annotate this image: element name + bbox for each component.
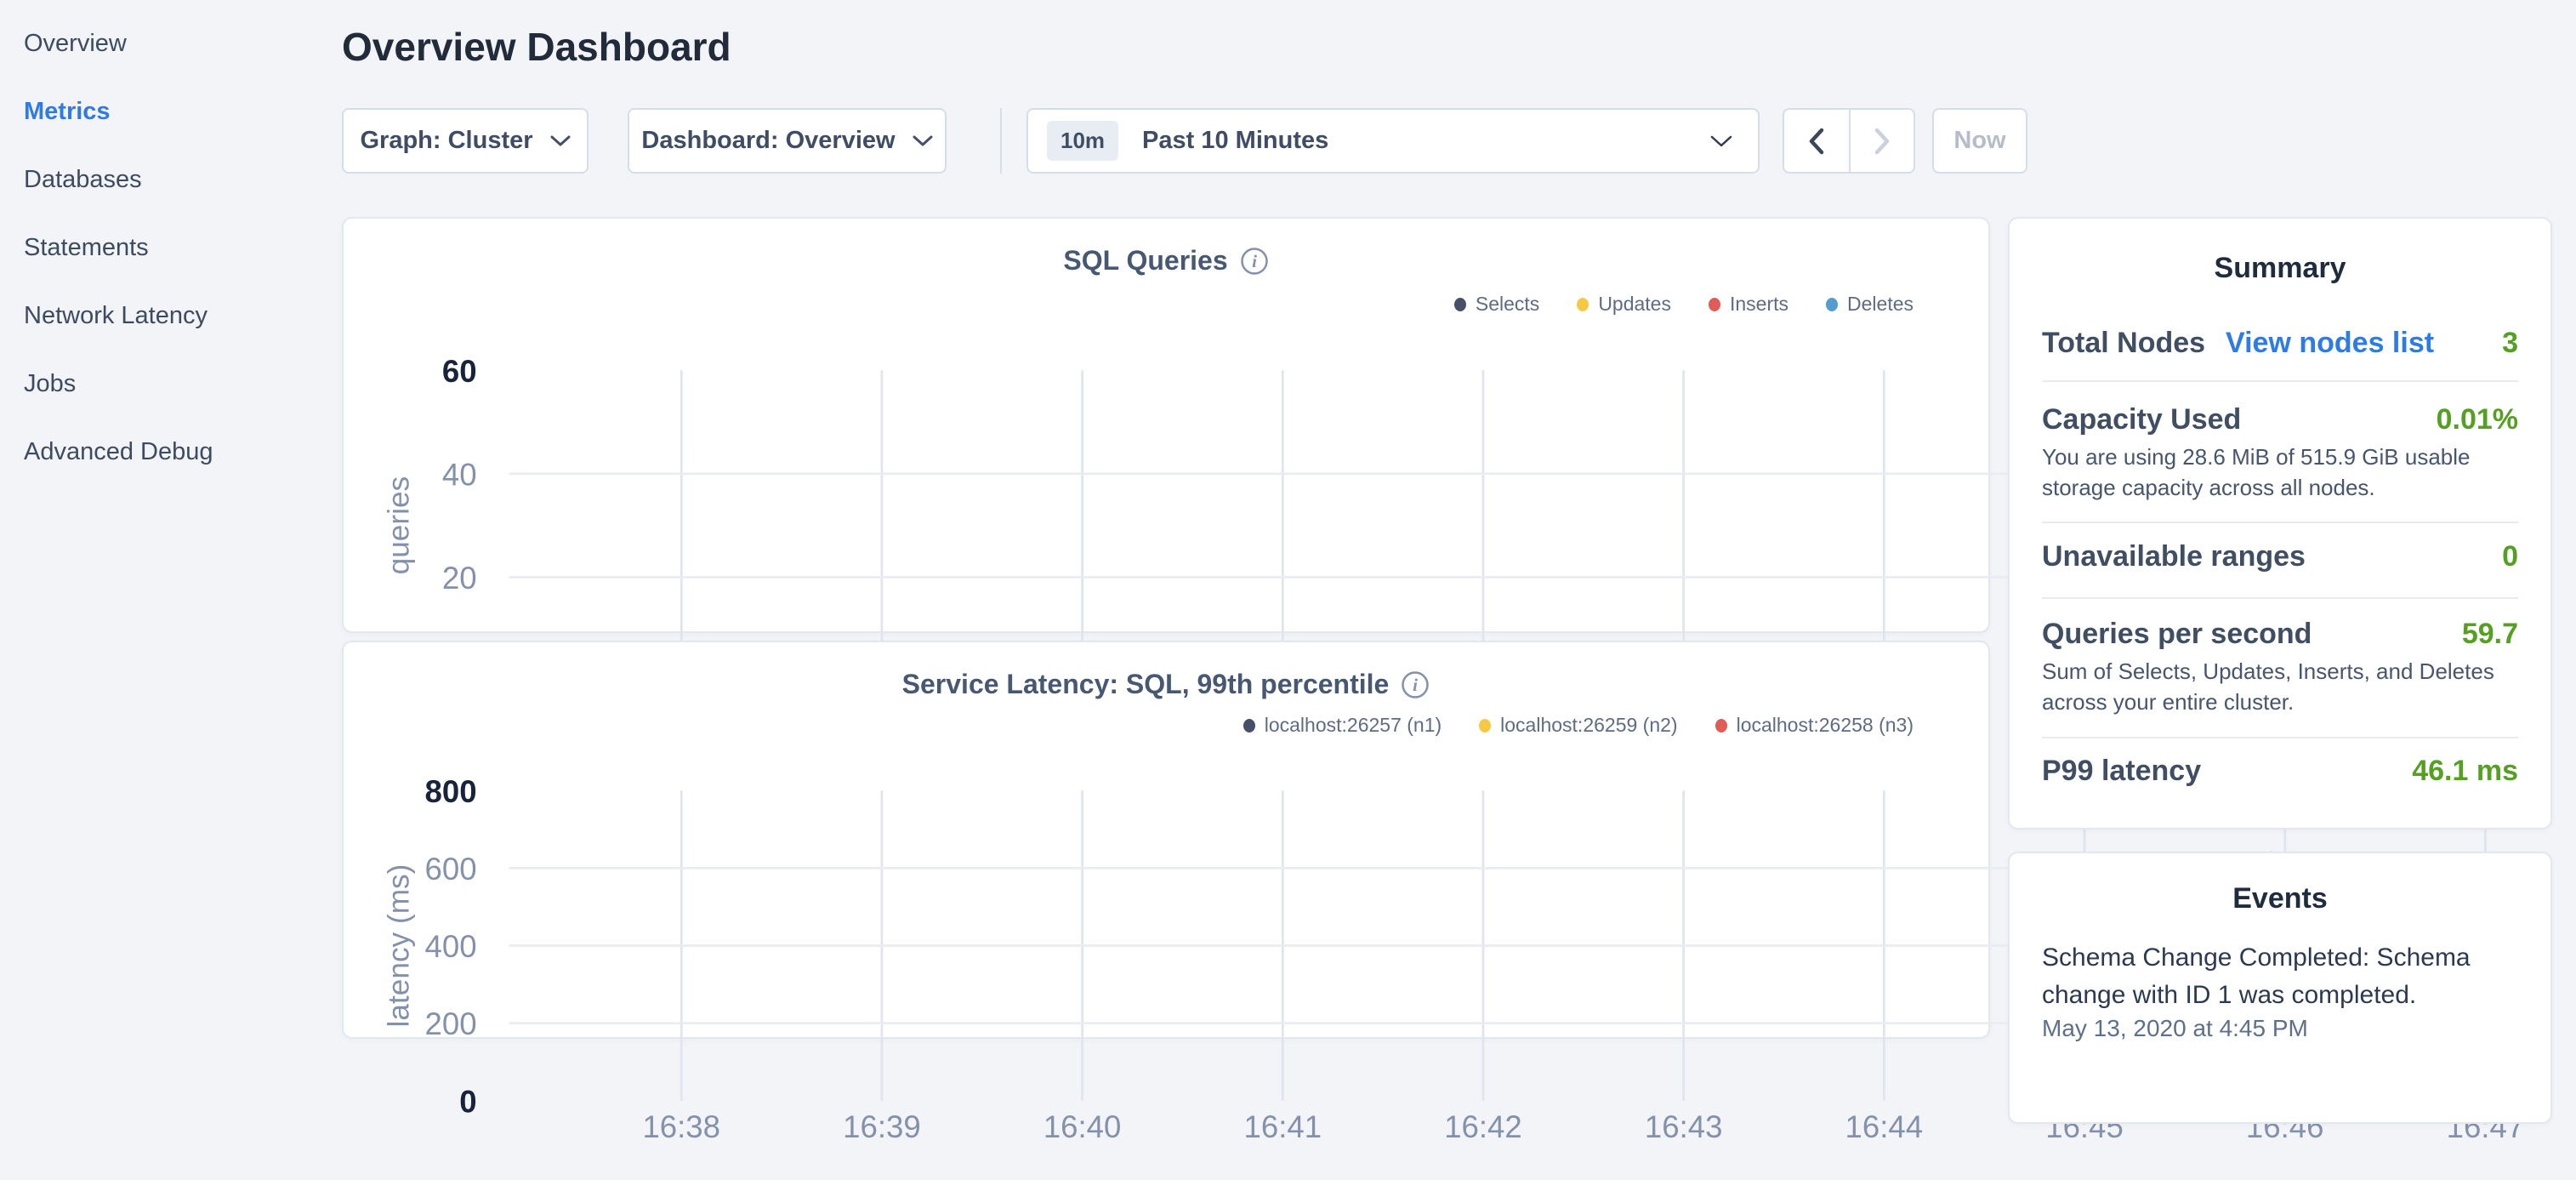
svg-text:800: 800 [425,774,477,809]
view-nodes-list-link[interactable]: View nodes list [2226,327,2434,359]
p99-latency-label: P99 latency [2042,755,2201,788]
summary-divider [2042,737,2518,738]
svg-text:16:42: 16:42 [1444,1109,1522,1144]
event-item[interactable]: Schema Change Completed: Schema change w… [2042,939,2484,1014]
svg-text:16:41: 16:41 [1244,1109,1322,1144]
chevron-down-icon [913,135,933,146]
time-step-buttons [1783,108,1915,174]
svg-text:16:40: 16:40 [1043,1109,1122,1144]
svg-text:20: 20 [442,561,477,596]
sidebar-item-metrics[interactable]: Metrics [24,92,313,131]
total-nodes-value: 3 [2502,327,2518,360]
p99-latency-value: 46.1 ms [2412,755,2518,788]
dashboard-dropdown[interactable]: Dashboard: Overview [628,108,947,174]
graph-scope-label: Graph: Cluster [360,127,532,155]
event-timestamp: May 13, 2020 at 4:45 PM [2042,1015,2308,1042]
sidebar-item-overview[interactable]: Overview [24,24,313,63]
toolbar-divider [1000,108,1002,174]
svg-text:600: 600 [425,852,477,886]
dashboard-label: Dashboard: Overview [641,127,895,155]
queries-per-second-desc: Sum of Selects, Updates, Inserts, and De… [2042,656,2525,717]
summary-divider [2042,522,2518,523]
svg-text:200: 200 [425,1006,477,1041]
summary-row-total-nodes: Total Nodes View nodes list 3 [2042,327,2518,360]
summary-row-unavailable-ranges: Unavailable ranges 0 [2042,540,2518,573]
svg-text:latency (ms): latency (ms) [383,864,416,1028]
summary-divider [2042,597,2518,599]
graph-scope-dropdown[interactable]: Graph: Cluster [342,108,589,174]
chevron-down-icon [550,135,571,146]
sidebar-item-databases[interactable]: Databases [24,160,313,199]
total-nodes-label: Total Nodes [2042,327,2205,359]
svg-text:16:43: 16:43 [1645,1109,1723,1144]
sidebar: Overview Metrics Databases Statements Ne… [24,24,313,500]
now-label: Now [1953,127,2005,155]
svg-text:queries: queries [383,476,416,575]
svg-text:60: 60 [442,354,477,389]
summary-row-p99-latency: P99 latency 46.1 ms [2042,755,2518,788]
unavailable-ranges-label: Unavailable ranges [2042,540,2306,573]
summary-row-capacity: Capacity Used 0.01% [2042,403,2518,436]
summary-title: Summary [2008,252,2552,285]
summary-divider [2042,380,2518,382]
svg-text:40: 40 [442,457,477,492]
svg-text:16:44: 16:44 [1845,1109,1924,1144]
chevron-down-icon [1710,135,1732,147]
now-button[interactable]: Now [1932,108,2027,174]
capacity-used-label: Capacity Used [2042,403,2241,436]
chevron-left-icon [1807,127,1826,156]
events-title: Events [2008,882,2552,915]
svg-text:16:39: 16:39 [843,1109,921,1144]
queries-per-second-value: 59.7 [2462,618,2518,651]
time-shortcut-badge: 10m [1047,121,1118,161]
svg-text:16:38: 16:38 [642,1109,720,1144]
next-time-button[interactable] [1849,110,1914,172]
time-range-label: Past 10 Minutes [1142,127,1328,155]
svg-text:0: 0 [459,1084,476,1119]
chevron-right-icon [1873,127,1891,156]
svg-text:400: 400 [425,929,477,964]
sidebar-item-statements[interactable]: Statements [24,228,313,267]
sidebar-item-jobs[interactable]: Jobs [24,364,313,403]
time-range-selector[interactable]: 10m Past 10 Minutes [1026,108,1760,174]
queries-per-second-label: Queries per second [2042,618,2312,651]
unavailable-ranges-value: 0 [2502,540,2518,573]
sidebar-item-advanced-debug[interactable]: Advanced Debug [24,432,313,471]
capacity-used-value: 0.01% [2437,403,2518,436]
page-title: Overview Dashboard [342,24,731,70]
prev-time-button[interactable] [1784,110,1849,172]
sidebar-item-network-latency[interactable]: Network Latency [24,296,313,335]
summary-row-qps: Queries per second 59.7 [2042,618,2518,651]
capacity-used-desc: You are using 28.6 MiB of 515.9 GiB usab… [2042,442,2525,503]
